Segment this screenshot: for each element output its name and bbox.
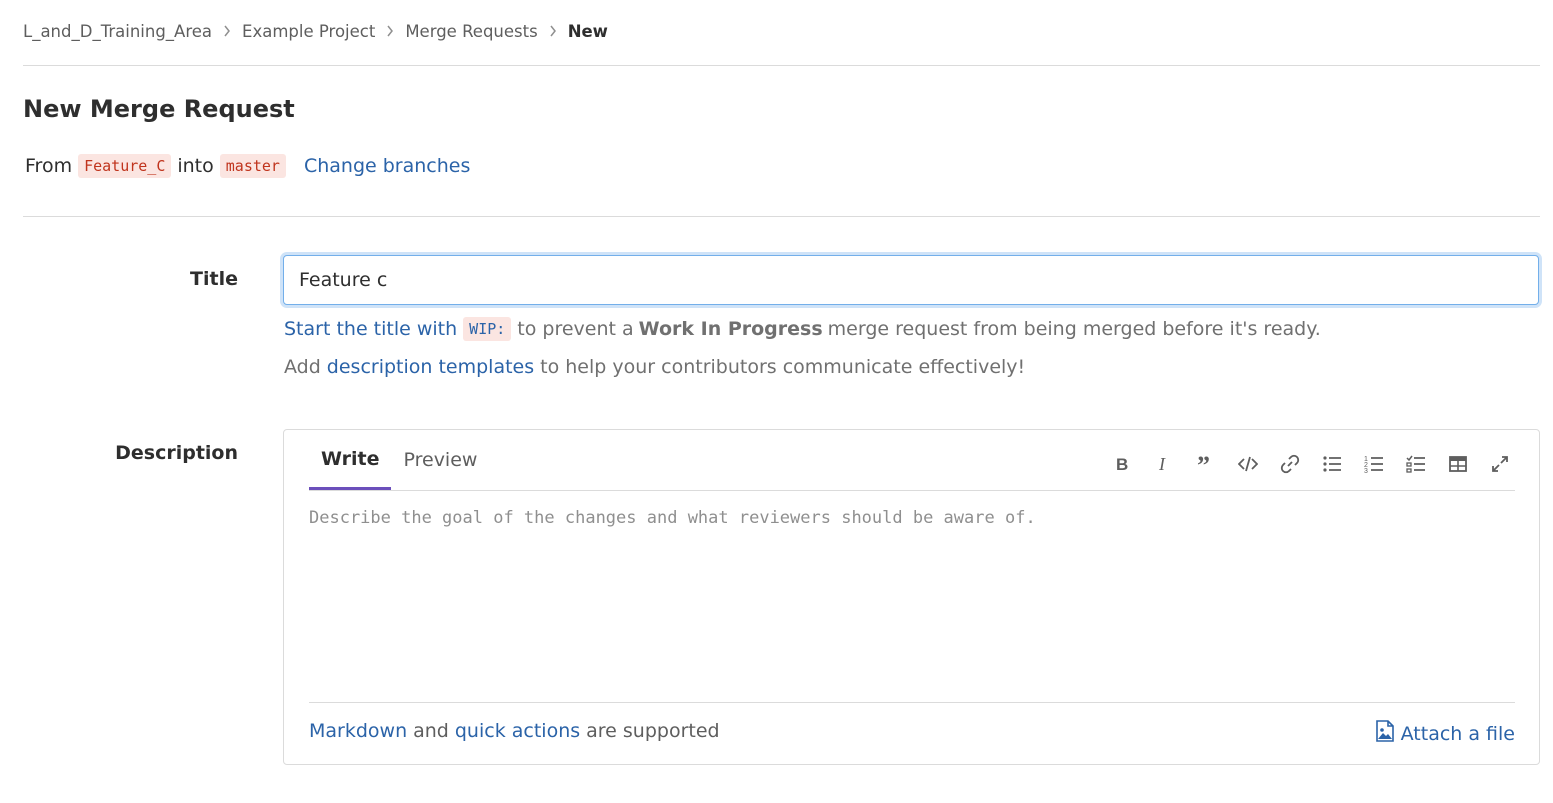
divider [23, 65, 1540, 66]
wip-hint-post: merge request from being merged before i… [827, 318, 1321, 340]
description-label: Description [115, 442, 238, 464]
title-input[interactable] [283, 255, 1539, 305]
image-file-icon [1375, 720, 1395, 747]
change-branches-link[interactable]: Change branches [304, 155, 470, 177]
footer-divider [309, 702, 1515, 703]
wip-hint: Start the title with WIP: to prevent a W… [284, 314, 1321, 344]
breadcrumb-merge-requests[interactable]: Merge Requests [405, 22, 537, 41]
svg-text:B: B [1116, 455, 1128, 474]
markdown-toolbar: B I ” 123 [1107, 450, 1515, 478]
breadcrumb: L_and_D_Training_Area Example Project Me… [23, 19, 608, 43]
target-branch: master [219, 154, 286, 178]
wip-hint-pre: to prevent a [517, 318, 634, 340]
bold-icon[interactable]: B [1107, 450, 1137, 478]
and-text: and [413, 720, 449, 742]
wip-code[interactable]: WIP: [463, 317, 512, 341]
into-label: into [177, 155, 214, 177]
tab-preview[interactable]: Preview [391, 430, 489, 490]
description-textarea[interactable] [309, 500, 1515, 700]
italic-icon[interactable]: I [1149, 450, 1179, 478]
branch-info: From Feature_C into master Change branch… [25, 150, 470, 182]
editor-tabs: Write Preview [309, 430, 489, 490]
svg-text:”: ” [1197, 454, 1210, 474]
wip-link[interactable]: Start the title with [284, 318, 457, 340]
code-icon[interactable] [1233, 450, 1263, 478]
chevron-right-icon [212, 25, 242, 37]
description-templates-link[interactable]: description templates [327, 356, 534, 378]
numbered-list-icon[interactable]: 123 [1359, 450, 1389, 478]
description-editor: Write Preview B I ” 123 Describe the goa… [283, 429, 1540, 765]
tabs-divider [309, 490, 1515, 491]
link-icon[interactable] [1275, 450, 1305, 478]
quick-actions-link[interactable]: quick actions [455, 720, 580, 742]
task-list-icon[interactable] [1401, 450, 1431, 478]
svg-text:I: I [1158, 454, 1166, 474]
attach-file-label: Attach a file [1400, 722, 1515, 745]
templates-hint-post: to help your contributors communicate ef… [540, 356, 1026, 378]
markdown-link[interactable]: Markdown [309, 720, 407, 742]
quote-icon[interactable]: ” [1191, 450, 1221, 478]
page-title: New Merge Request [23, 95, 295, 123]
title-label: Title [190, 268, 238, 290]
chevron-right-icon [375, 25, 405, 37]
source-branch: Feature_C [78, 154, 172, 178]
divider [23, 216, 1540, 217]
fullscreen-icon[interactable] [1485, 450, 1515, 478]
svg-text:3: 3 [1364, 468, 1368, 474]
chevron-right-icon [538, 25, 568, 37]
templates-hint-pre: Add [284, 356, 321, 378]
table-icon[interactable] [1443, 450, 1473, 478]
from-label: From [25, 155, 73, 177]
templates-hint: Add description templates to help your c… [284, 352, 1025, 382]
tab-write[interactable]: Write [309, 430, 392, 490]
supported-text: are supported [586, 720, 720, 742]
breadcrumb-current[interactable]: New [568, 22, 608, 41]
wip-hint-bold: Work In Progress [638, 318, 823, 340]
breadcrumb-group[interactable]: L_and_D_Training_Area [23, 22, 212, 41]
breadcrumb-project[interactable]: Example Project [242, 22, 375, 41]
markdown-help: Markdown and quick actions are supported [309, 720, 726, 742]
attach-file-button[interactable]: Attach a file [1375, 720, 1515, 747]
bulleted-list-icon[interactable] [1317, 450, 1347, 478]
